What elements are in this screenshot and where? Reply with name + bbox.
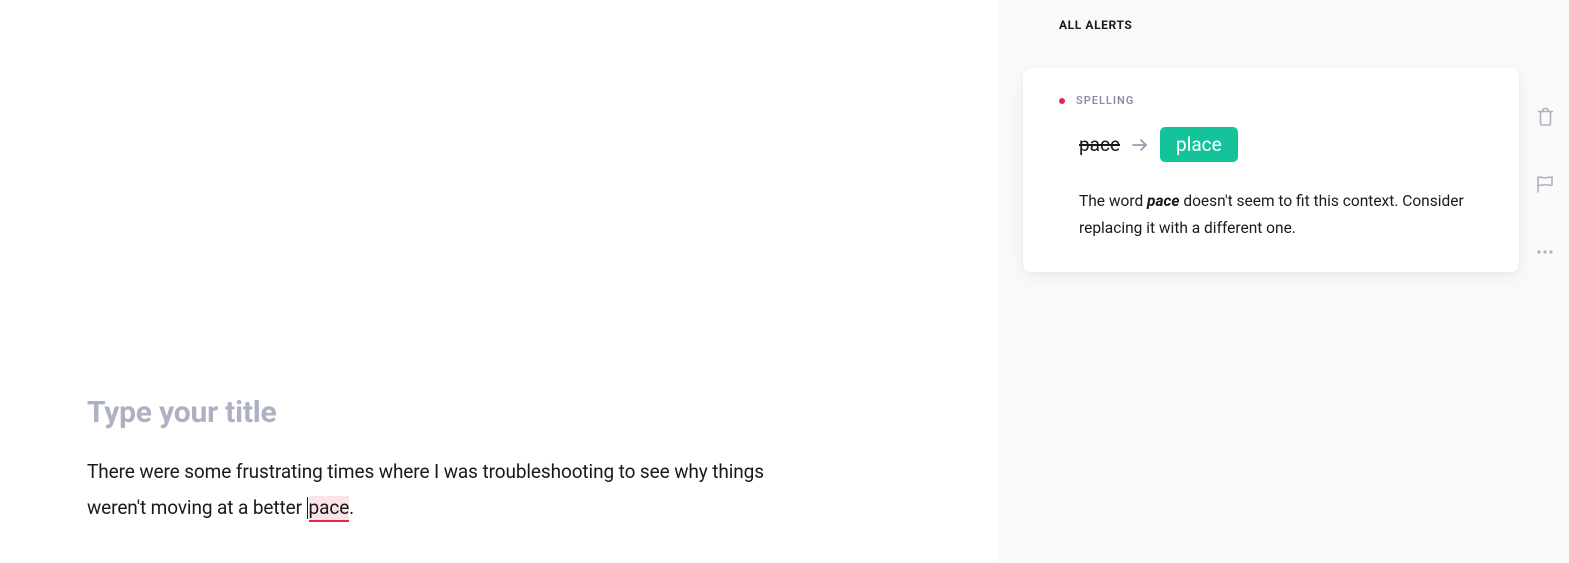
alert-wrap: SPELLING pace place The word pace doesn'… (999, 68, 1569, 272)
alert-category-dot-icon (1059, 98, 1065, 104)
body-before: There were some frustrating times where … (87, 460, 764, 519)
arrow-right-icon (1132, 138, 1148, 152)
alert-explanation: The word pace doesn't seem to fit this c… (1079, 188, 1489, 242)
original-word: pace (1079, 133, 1120, 156)
title-input-placeholder[interactable]: Type your title (87, 395, 807, 430)
document-editor[interactable]: Type your title There were some frustrat… (87, 395, 807, 526)
flagged-word[interactable]: pace (309, 496, 350, 522)
explanation-before: The word (1079, 192, 1147, 210)
more-options-button[interactable] (1535, 242, 1555, 262)
body-after: . (349, 496, 354, 519)
explanation-emphasis: pace (1147, 192, 1179, 210)
alert-category-row: SPELLING (1059, 94, 1491, 107)
alerts-panel-header: ALL ALERTS (999, 18, 1569, 32)
trash-icon (1537, 107, 1554, 126)
dismiss-alert-button[interactable] (1535, 106, 1555, 126)
text-cursor (307, 497, 308, 519)
suggestion-row: pace place (1079, 127, 1491, 162)
more-icon (1536, 249, 1554, 255)
alerts-panel: ALL ALERTS SPELLING pace place The word … (999, 0, 1569, 563)
body-text[interactable]: There were some frustrating times where … (87, 454, 807, 526)
suggestion-chip[interactable]: place (1160, 127, 1238, 162)
alert-card[interactable]: SPELLING pace place The word pace doesn'… (1023, 68, 1519, 272)
flag-icon (1536, 175, 1554, 193)
flag-alert-button[interactable] (1535, 174, 1555, 194)
alert-action-column (1535, 106, 1555, 262)
alert-category-label: SPELLING (1076, 94, 1134, 107)
